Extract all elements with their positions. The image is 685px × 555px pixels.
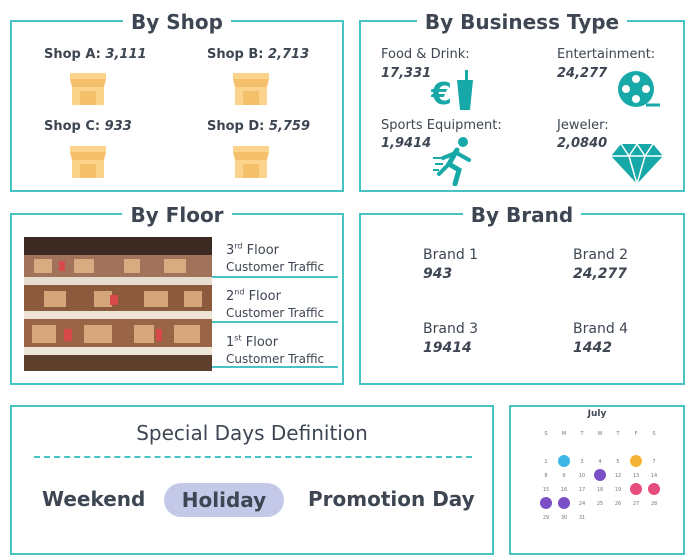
food-drink-icon: € [431,70,473,112]
by-shop-panel: By Shop Shop A: 3,111 Shop B: 2,713 Shop… [10,10,344,192]
brand-1-value: 943 [423,266,453,282]
special-days-title: Special Days Definition [136,421,368,445]
holiday-option[interactable]: Holiday [164,483,284,517]
by-floor-title: By Floor [122,203,232,227]
by-brand-panel: By Brand Brand 1 943 Brand 2 24,277 Bran… [359,203,685,385]
brand-1-label: Brand 1 [423,247,479,263]
brand-2-label: Brand 2 [573,247,629,263]
weekend-option[interactable]: Weekend [42,487,145,511]
film-reel-icon [618,71,660,107]
by-business-type-panel: By Business Type Food & Drink: 17,331 € … [359,10,685,192]
storefront-icon [233,73,269,105]
runner-icon [433,137,471,186]
shop-b-stat: Shop B: 2,713 [207,47,310,62]
shop-c-stat: Shop C: 933 [44,119,132,134]
mall-interior-image [24,237,212,371]
food-drink-label: Food & Drink: [381,47,470,62]
jeweler-label: Jeweler: [557,118,609,133]
jeweler-value: 2,0840 [557,136,608,151]
holiday-option-label: Holiday [181,488,267,512]
by-brand-title: By Brand [462,203,582,227]
storefront-icon [70,73,106,105]
shop-a-stat: Shop A: 3,111 [44,47,147,62]
floor-3-label: 3rd Floor Customer Traffic [226,242,325,275]
storefront-icon [233,146,269,178]
storefront-icon [70,146,106,178]
floor-3-divider [212,276,338,278]
brand-3-value: 19414 [423,340,472,356]
food-drink-value: 17,331 [381,66,432,81]
calendar-grid: SM TW TF S 1 34 5 7 89 10 12 13 14 15 16 1… [537,427,663,525]
floor-1-label: 1st Floor Customer Traffic [226,334,325,367]
brand-4-value: 1442 [573,340,612,356]
by-shop-title: By Shop [123,10,231,34]
calendar-panel: July SM TW TF S 1 34 5 7 89 10 1213 14 [509,405,685,555]
special-days-panel: Special Days Definition Weekend Holiday … [10,405,494,555]
diamond-icon [611,142,663,184]
brand-3-label: Brand 3 [423,321,479,337]
promotion-day-option[interactable]: Promotion Day [308,487,475,511]
sports-equipment-value: 1,9414 [381,136,432,151]
shop-d-stat: Shop D: 5,759 [207,119,311,134]
brand-4-label: Brand 4 [573,321,629,337]
entertainment-label: Entertainment: [557,47,656,62]
svg-text:€: € [431,77,452,112]
special-days-divider [34,456,472,458]
floor-2-label: 2nd Floor Customer Traffic [226,288,325,321]
by-business-type-title: By Business Type [416,10,628,34]
floor-1-divider [212,366,338,368]
entertainment-value: 24,277 [557,66,608,81]
floor-2-divider [212,321,338,323]
brand-2-value: 24,277 [573,266,628,282]
by-floor-panel: By Floor 3rd Floor Customer Traffic 2nd … [10,203,344,385]
sports-equipment-label: Sports Equipment: [381,118,502,133]
calendar-month: July [587,409,607,419]
